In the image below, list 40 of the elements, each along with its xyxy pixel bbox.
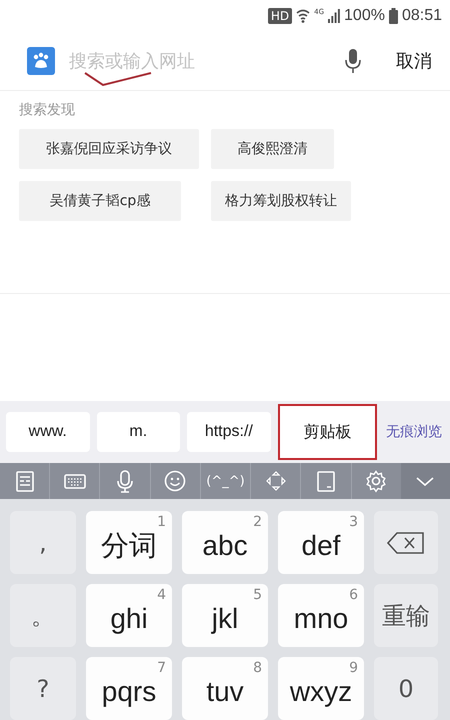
backspace-icon[interactable] — [387, 530, 425, 554]
search-field[interactable]: 搜索或输入网址 — [69, 50, 330, 72]
keyboard-key[interactable]: 0 — [374, 657, 438, 720]
hd-badge: HD — [268, 8, 292, 24]
settings-icon[interactable] — [365, 470, 388, 492]
battery-icon — [388, 8, 398, 24]
signal-icon — [328, 9, 340, 23]
document-icon[interactable] — [14, 470, 36, 492]
keyboard-key[interactable]: 。 — [10, 584, 76, 647]
trending-search-chip[interactable]: 高俊熙澄清 — [211, 129, 334, 169]
keyboard-key[interactable]: tuv 8 — [182, 657, 268, 720]
shortcut-key[interactable]: 剪贴板 — [278, 404, 378, 460]
trending-search-chip[interactable]: 张嘉倪回应采访争议 — [19, 129, 199, 169]
cancel-button[interactable]: 取消 — [396, 49, 432, 73]
incognito-button[interactable]: 无痕浏览 — [384, 421, 444, 443]
clock: 08:51 — [402, 7, 442, 25]
keyboard-key[interactable]: ? — [10, 657, 76, 720]
smiley-icon[interactable] — [164, 470, 186, 492]
wifi-icon — [296, 8, 310, 24]
arrows-icon[interactable] — [264, 470, 287, 492]
trending-search-chip[interactable]: 格力筹划股权转让 — [211, 181, 351, 221]
shortcut-key[interactable]: www. — [6, 412, 90, 452]
keyboard-key[interactable]: pqrs 7 — [86, 657, 172, 720]
keyboard-key[interactable]: def 3 — [278, 511, 364, 574]
keyboard-key[interactable]: mno 6 — [278, 584, 364, 647]
shortcut-key[interactable]: https:// — [187, 412, 271, 452]
mic-icon[interactable] — [344, 48, 362, 74]
trending-search-chip[interactable]: 吴倩黄子韬cp感 — [19, 181, 181, 221]
shortcut-key[interactable]: m. — [96, 412, 180, 452]
keyboard-key[interactable]: abc 2 — [182, 511, 268, 574]
panel-icon[interactable] — [314, 470, 337, 492]
keyboard-key[interactable]: ghi 4 — [86, 584, 172, 647]
keyboard-key[interactable]: 分词 1 — [86, 511, 172, 574]
keyboard-key[interactable]: , — [10, 511, 76, 574]
keyboard-key[interactable]: jkl 5 — [182, 584, 268, 647]
keyboard-key[interactable]: 重输 — [374, 584, 438, 647]
battery-percent: 100% — [344, 7, 385, 25]
paw-logo-icon — [27, 47, 55, 75]
keyboard-key[interactable]: wxyz 9 — [278, 657, 364, 720]
section-title: 搜索发现 — [19, 101, 76, 119]
